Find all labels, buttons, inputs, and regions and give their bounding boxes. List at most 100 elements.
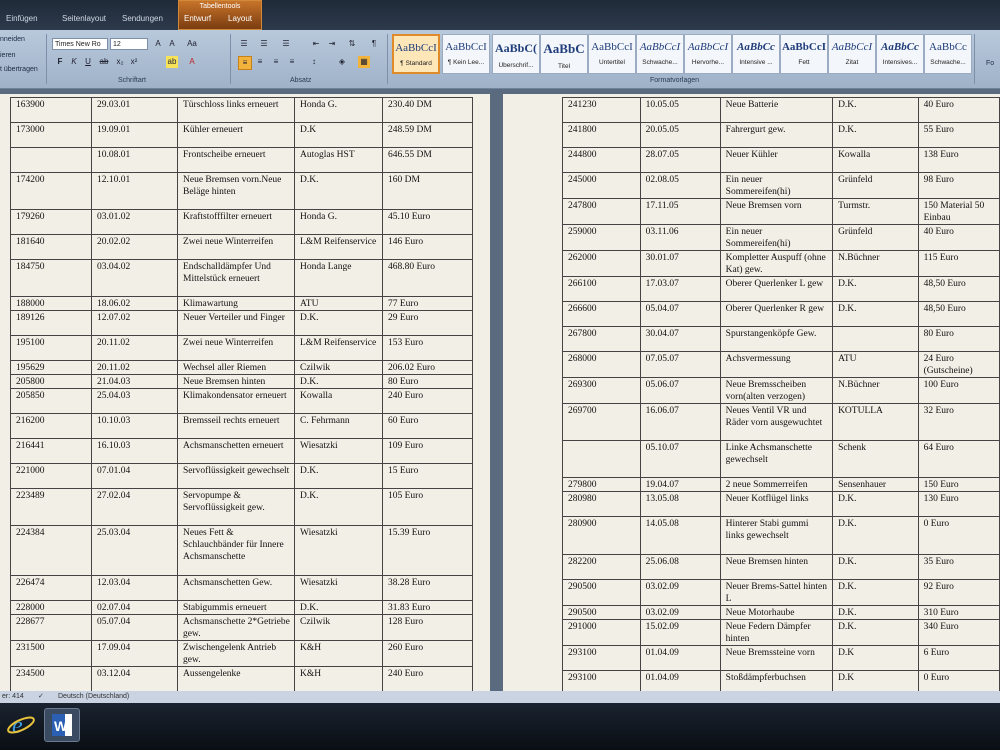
km-cell[interactable]: 241230: [562, 97, 641, 123]
style-heading[interactable]: AaBbC( Überschrif...: [492, 34, 540, 74]
date-cell[interactable]: 20.11.02: [91, 360, 178, 375]
km-cell[interactable]: 244800: [562, 147, 641, 173]
km-cell[interactable]: 267800: [562, 326, 641, 352]
style-emphasis[interactable]: AaBbCcI Hervorhe...: [684, 34, 732, 74]
cost-cell[interactable]: 64 Euro: [917, 440, 1000, 478]
cost-cell[interactable]: 0 Euro: [917, 516, 1000, 555]
workshop-cell[interactable]: Kowalla: [832, 147, 919, 173]
cost-cell[interactable]: 100 Euro: [917, 377, 1000, 404]
workshop-cell[interactable]: Grünfeld: [832, 224, 919, 251]
date-cell[interactable]: 30.04.07: [639, 326, 721, 352]
repair-cell[interactable]: Stabigummis erneuert: [177, 600, 295, 615]
km-cell[interactable]: 228000: [10, 600, 92, 615]
date-cell[interactable]: 03.02.09: [639, 579, 721, 606]
date-cell[interactable]: 17.03.07: [639, 276, 721, 302]
cost-cell[interactable]: 248.59 DM: [382, 122, 473, 148]
workshop-cell[interactable]: Schenk: [832, 440, 919, 478]
tab-entwurf[interactable]: Entwurf: [184, 14, 211, 23]
cost-cell[interactable]: 92 Euro: [917, 579, 1000, 606]
shading-icon[interactable]: ◈: [336, 56, 348, 68]
change-case-icon[interactable]: Aa: [186, 38, 198, 50]
cost-cell[interactable]: 146 Euro: [382, 234, 473, 260]
workshop-cell[interactable]: D.K: [832, 645, 919, 671]
cost-cell[interactable]: 6 Euro: [917, 645, 1000, 671]
km-cell[interactable]: 293100: [562, 645, 641, 671]
date-cell[interactable]: 17.11.05: [639, 198, 721, 225]
date-cell[interactable]: 03.04.02: [91, 259, 178, 297]
km-cell[interactable]: 221000: [10, 463, 92, 489]
repair-cell[interactable]: Neues Ventil VR und Räder vorn ausgewuch…: [719, 403, 834, 441]
workshop-cell[interactable]: L&M Reifenservice: [294, 335, 383, 361]
cost-cell[interactable]: 45.10 Euro: [382, 209, 473, 235]
cost-cell[interactable]: 60 Euro: [382, 413, 473, 439]
date-cell[interactable]: 30.01.07: [639, 250, 721, 277]
workshop-cell[interactable]: ATU: [294, 296, 383, 311]
increase-indent-icon[interactable]: ⇥: [326, 38, 338, 50]
language-indicator[interactable]: Deutsch (Deutschland): [58, 691, 129, 703]
workshop-cell[interactable]: Czilwik: [294, 614, 383, 641]
font-color-icon[interactable]: A: [186, 56, 198, 68]
km-cell[interactable]: 228677: [10, 614, 92, 641]
date-cell[interactable]: 25.06.08: [639, 554, 721, 580]
repair-cell[interactable]: Aussengelenke: [177, 666, 295, 692]
cost-cell[interactable]: 109 Euro: [382, 438, 473, 464]
workshop-cell[interactable]: D.K.: [294, 488, 383, 526]
date-cell[interactable]: 02.07.04: [91, 600, 178, 615]
repair-cell[interactable]: Spurstangenköpfe Gew.: [719, 326, 834, 352]
date-cell[interactable]: 05.04.07: [639, 301, 721, 327]
repair-cell[interactable]: Servoflüssigkeit gewechselt: [177, 463, 295, 489]
repair-cell[interactable]: Achsmanschetten erneuert: [177, 438, 295, 464]
workshop-cell[interactable]: ATU: [832, 351, 919, 378]
style-subtitle[interactable]: AaBbCcI Untertitel: [588, 34, 636, 74]
cost-cell[interactable]: 80 Euro: [382, 374, 473, 389]
workshop-cell[interactable]: K&H: [294, 666, 383, 692]
date-cell[interactable]: 17.09.04: [91, 640, 178, 667]
date-cell[interactable]: 01.04.09: [639, 645, 721, 671]
cost-cell[interactable]: 130 Euro: [917, 491, 1000, 517]
repair-cell[interactable]: Wechsel aller Riemen: [177, 360, 295, 375]
workshop-cell[interactable]: Autoglas HST: [294, 147, 383, 173]
cost-cell[interactable]: 260 Euro: [382, 640, 473, 667]
km-cell[interactable]: 231500: [10, 640, 92, 667]
date-cell[interactable]: 03.02.09: [639, 605, 721, 620]
date-cell[interactable]: 25.04.03: [91, 388, 178, 414]
date-cell[interactable]: 03.11.06: [639, 224, 721, 251]
italic-icon[interactable]: K: [68, 56, 80, 68]
km-cell[interactable]: 269300: [562, 377, 641, 404]
format-painter-label[interactable]: t übertragen: [0, 66, 38, 73]
cost-cell[interactable]: 468.80 Euro: [382, 259, 473, 297]
date-cell[interactable]: 14.05.08: [639, 516, 721, 555]
cost-cell[interactable]: 160 DM: [382, 172, 473, 210]
cost-cell[interactable]: 150 Material 50 Einbau: [917, 198, 1000, 225]
cost-cell[interactable]: 35 Euro: [917, 554, 1000, 580]
style-subtle-emphasis[interactable]: AaBbCcI Schwache...: [636, 34, 684, 74]
repair-cell[interactable]: Servopumpe & Servoflüssigkeit gew.: [177, 488, 295, 526]
superscript-icon[interactable]: x²: [128, 56, 140, 68]
repair-cell[interactable]: Neuer Brems-Sattel hinten L: [719, 579, 834, 606]
shrink-font-icon[interactable]: A: [166, 38, 178, 50]
km-cell[interactable]: 266100: [562, 276, 641, 302]
repair-cell[interactable]: Türschloss links erneuert: [177, 97, 295, 123]
date-cell[interactable]: 02.08.05: [639, 172, 721, 199]
date-cell[interactable]: 07.05.07: [639, 351, 721, 378]
date-cell[interactable]: 05.10.07: [639, 440, 721, 478]
repair-cell[interactable]: Ein neuer Sommereifen(hi): [719, 224, 834, 251]
style-strong[interactable]: AaBbCcI Fett: [780, 34, 828, 74]
cost-cell[interactable]: 32 Euro: [917, 403, 1000, 441]
repair-cell[interactable]: Neue Bremsen hinten: [719, 554, 834, 580]
style-subtle-reference[interactable]: AaBbCc Schwache...: [924, 34, 972, 74]
cost-cell[interactable]: 77 Euro: [382, 296, 473, 311]
km-cell[interactable]: 266600: [562, 301, 641, 327]
repair-cell[interactable]: Zwei neue Winterreifen: [177, 335, 295, 361]
km-cell[interactable]: 224384: [10, 525, 92, 576]
km-cell[interactable]: 181640: [10, 234, 92, 260]
workshop-cell[interactable]: D.K: [294, 122, 383, 148]
repair-cell[interactable]: Achsmanschetten Gew.: [177, 575, 295, 601]
km-cell[interactable]: 226474: [10, 575, 92, 601]
km-cell[interactable]: 279800: [562, 477, 641, 492]
km-cell[interactable]: 290500: [562, 579, 641, 606]
workshop-cell[interactable]: D.K.: [832, 276, 919, 302]
repair-cell[interactable]: Frontscheibe erneuert: [177, 147, 295, 173]
font-size-combo[interactable]: 12: [110, 38, 148, 50]
decrease-indent-icon[interactable]: ⇤: [310, 38, 322, 50]
